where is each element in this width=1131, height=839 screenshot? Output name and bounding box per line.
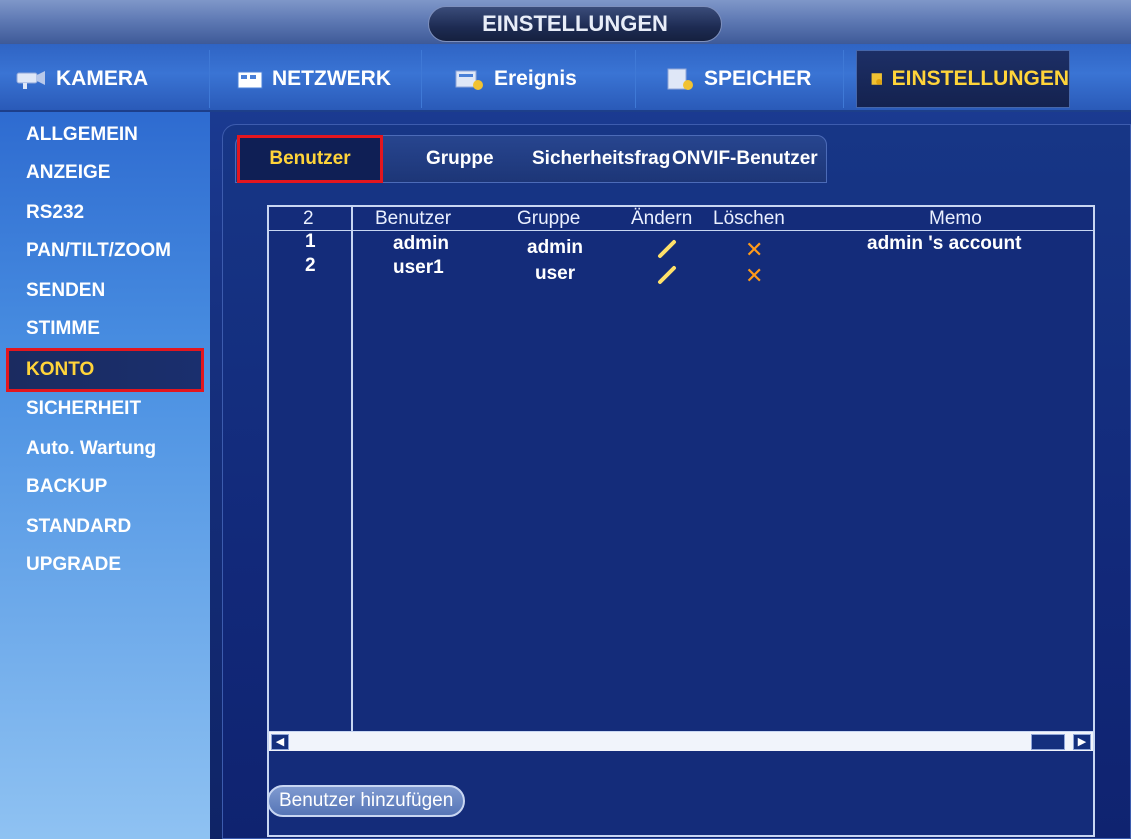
dvr-settings-screen: EINSTELLUNGEN KAMERA NETZWERK Ereignis S… — [0, 0, 1131, 839]
title-bar: EINSTELLUNGEN — [0, 0, 1131, 44]
row-group: admin — [527, 237, 583, 258]
col-header-delete: Löschen — [713, 208, 785, 229]
window-title: EINSTELLUNGEN — [428, 6, 722, 42]
nav-tab-label: NETZWERK — [272, 67, 391, 90]
col-header-user: Benutzer — [375, 208, 452, 229]
nav-tab-label: SPEICHER — [704, 67, 812, 90]
scroll-thumb[interactable] — [1031, 734, 1065, 750]
settings-icon — [871, 73, 882, 85]
col-header-group: Gruppe — [517, 208, 581, 229]
add-user-button[interactable]: Benutzer hinzufügen — [267, 785, 466, 817]
delete-icon[interactable]: ✕ — [745, 239, 763, 261]
storage-icon — [667, 68, 693, 90]
nav-tab-label: Ereignis — [494, 67, 577, 90]
sidebar-item-rs232[interactable]: RS232 — [26, 196, 84, 230]
tab-benutzer[interactable]: Benutzer — [237, 135, 383, 183]
horizontal-scrollbar[interactable]: ◀ ▶ — [269, 731, 1093, 751]
column-divider — [351, 207, 353, 731]
tab-onvif-benutzer[interactable]: ONVIF-Benutzer — [672, 136, 818, 182]
table-header: 2 Benutzer Gruppe Ändern Löschen Memo — [269, 207, 1093, 231]
sidebar-item-anzeige[interactable]: ANZEIGE — [26, 156, 110, 190]
col-header-edit: Ändern — [631, 208, 693, 229]
nav-tab-label: KAMERA — [56, 67, 149, 90]
edit-icon[interactable] — [657, 265, 677, 285]
sidebar-item-backup[interactable]: BACKUP — [26, 470, 107, 504]
user-count: 2 — [303, 208, 314, 229]
row-index: 1 — [305, 231, 316, 252]
sidebar-item-senden[interactable]: SENDEN — [26, 274, 105, 308]
sidebar-item-auto-wartung[interactable]: Auto. Wartung — [26, 432, 156, 466]
subtab-bar: Benutzer Gruppe Sicherheitsfrag ONVIF-Be… — [235, 135, 827, 183]
sidebar-item-upgrade[interactable]: UPGRADE — [26, 548, 121, 582]
user-table: 2 Benutzer Gruppe Ändern Löschen Memo 1 … — [267, 205, 1095, 837]
sidebar-item-sicherheit[interactable]: SICHERHEIT — [26, 392, 141, 426]
nav-tab-ereignis[interactable]: Ereignis — [438, 50, 636, 108]
row-user: user1 — [393, 257, 444, 278]
content-panel: Benutzer Gruppe Sicherheitsfrag ONVIF-Be… — [222, 124, 1131, 839]
sidebar-item-standard[interactable]: STANDARD — [26, 510, 131, 544]
main-nav: KAMERA NETZWERK Ereignis SPEICHER EINSTE… — [0, 44, 1131, 112]
row-memo: admin 's account — [867, 233, 1022, 254]
nav-tab-netzwerk[interactable]: NETZWERK — [222, 50, 422, 108]
camera-icon — [16, 71, 45, 89]
edit-icon[interactable] — [657, 239, 677, 259]
row-group: user — [535, 263, 576, 284]
tab-gruppe[interactable]: Gruppe — [426, 136, 494, 182]
scroll-right-icon[interactable]: ▶ — [1073, 734, 1091, 750]
nav-tab-kamera[interactable]: KAMERA — [0, 50, 210, 108]
event-icon — [455, 70, 483, 90]
col-header-memo: Memo — [929, 208, 982, 229]
nav-tab-einstellungen[interactable]: EINSTELLUNGEN — [856, 50, 1070, 108]
row-user: admin — [393, 233, 449, 254]
row-index: 2 — [305, 255, 316, 276]
sidebar-item-konto[interactable]: KONTO — [6, 348, 204, 392]
tab-sicherheitsfrage[interactable]: Sicherheitsfrag — [532, 136, 672, 182]
scroll-left-icon[interactable]: ◀ — [271, 734, 289, 750]
sidebar-item-allgemein[interactable]: ALLGEMEIN — [26, 118, 138, 152]
nav-tab-speicher[interactable]: SPEICHER — [648, 50, 844, 108]
delete-icon[interactable]: ✕ — [745, 265, 763, 287]
sidebar-item-ptz[interactable]: PAN/TILT/ZOOM — [26, 234, 171, 268]
sidebar: ALLGEMEIN ANZEIGE RS232 PAN/TILT/ZOOM SE… — [0, 112, 210, 839]
network-icon — [237, 71, 263, 89]
sidebar-item-stimme[interactable]: STIMME — [26, 312, 100, 346]
nav-tab-label: EINSTELLUNGEN — [891, 67, 1069, 90]
